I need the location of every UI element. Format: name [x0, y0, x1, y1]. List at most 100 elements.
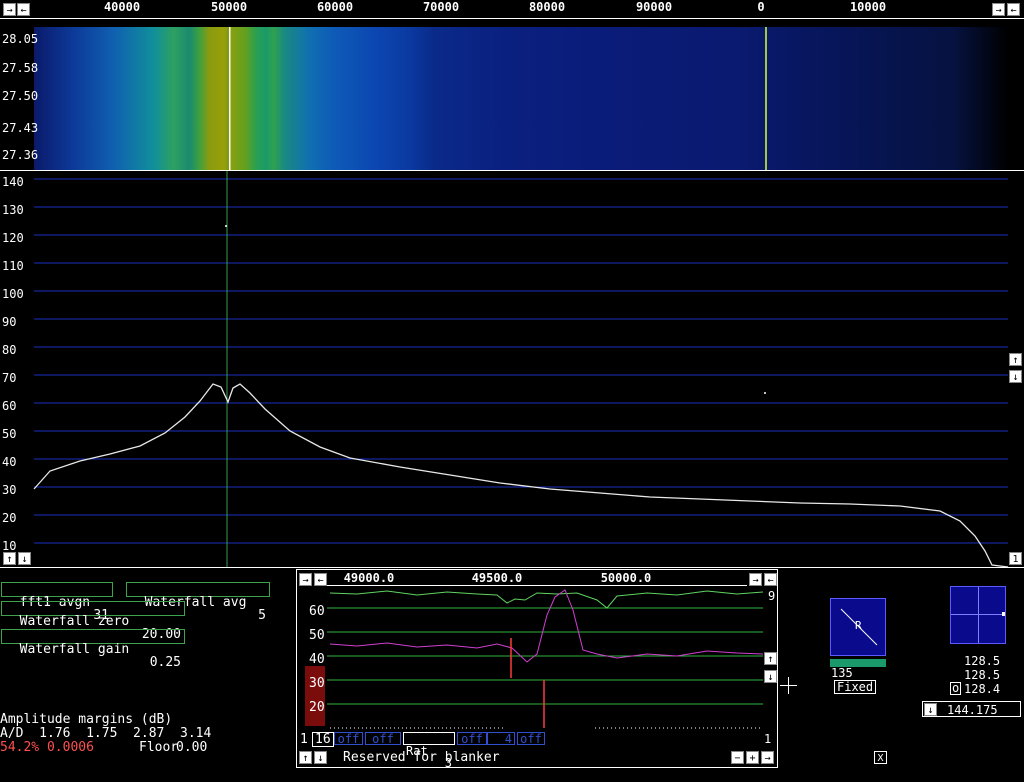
- afc-o-button[interactable]: o: [950, 682, 962, 695]
- spectrum-gridlines: [34, 178, 1008, 544]
- arrow-down-icon[interactable]: ↓: [314, 751, 327, 764]
- baseband-right-number: 9: [768, 589, 776, 603]
- baseband-tab-off-2[interactable]: off: [365, 732, 401, 746]
- baseband-tab-off-1[interactable]: off: [334, 732, 363, 746]
- waterfall[interactable]: [34, 27, 1008, 170]
- arrow-down-icon[interactable]: ↓: [924, 703, 937, 716]
- s-meter-r-label: R: [855, 619, 862, 632]
- waterfall-time-labels: 28.05 27.58 27.50 27.43 27.36: [0, 27, 40, 170]
- waterfall-time-label: 28.05: [2, 32, 39, 46]
- baseband-tab-4[interactable]: 4: [487, 732, 515, 746]
- afc-dot: [1002, 612, 1005, 616]
- spectrum-y-label: 110: [2, 259, 24, 273]
- baseband-tab-off-4[interactable]: off: [517, 732, 545, 746]
- minus-icon[interactable]: −: [731, 751, 744, 764]
- spur-dot: [764, 392, 766, 394]
- baseband-num-right: 1: [764, 732, 772, 746]
- waterfall-time-label: 27.43: [2, 121, 39, 135]
- waterfall-time-label: 27.58: [2, 61, 39, 75]
- arrow-left-icon[interactable]: ←: [1007, 3, 1020, 16]
- baseband-y-label: 30: [309, 676, 325, 691]
- arrow-left-icon[interactable]: ←: [17, 3, 30, 16]
- floor-value: 0.00: [176, 740, 208, 755]
- s-meter-value: 135: [831, 666, 853, 680]
- plus-icon[interactable]: +: [746, 751, 759, 764]
- baseband-window[interactable]: → ← 49000.0 49500.0 50000.0 → ← 60 50 40…: [296, 569, 779, 769]
- freq-tick: 40000: [103, 0, 141, 14]
- arrow-down-icon[interactable]: ↓: [1009, 370, 1022, 383]
- cpu-load: 54.2% 0.0006: [0, 740, 94, 755]
- floor-label: Floor: [139, 740, 179, 755]
- spectrum-y-label: 130: [2, 203, 24, 217]
- freq-tick: 0: [757, 0, 765, 14]
- frequency-readout-box[interactable]: ↓ 144.175: [922, 701, 1021, 717]
- waterfall-time-label: 27.50: [2, 89, 39, 103]
- afc-value-3: 128.4: [964, 682, 1001, 696]
- spectrum-y-label: 40: [2, 455, 17, 469]
- spectrum-graph[interactable]: 140 130 120 110 100 90 80 70 60 50 40 30…: [0, 171, 1024, 568]
- spectrum-y-label: 30: [2, 483, 17, 497]
- arrow-right-icon[interactable]: →: [761, 751, 774, 764]
- baseband-y-label: 50: [309, 628, 325, 643]
- arrow-up-icon[interactable]: ↑: [299, 751, 312, 764]
- close-icon[interactable]: X: [874, 751, 887, 764]
- frequency-readout: 144.175: [947, 703, 998, 717]
- waterfall-avg-box[interactable]: Waterfall avg 5: [126, 582, 270, 622]
- baseband-y-label: 40: [309, 652, 325, 667]
- baseband-y-label: 20: [309, 700, 325, 715]
- freq-tick: 10000: [849, 0, 887, 14]
- spectrum-y-label: 100: [2, 287, 24, 301]
- spectrum-y-label: 60: [2, 399, 17, 413]
- spectrum-scale-button[interactable]: 1: [1009, 552, 1022, 565]
- freq-axis-bar: → ← 40000 50000 60000 70000 80000 90000 …: [0, 0, 1024, 18]
- waterfall-gain-label: Waterfall gain: [19, 642, 130, 657]
- spectrum-y-label: 70: [2, 371, 17, 385]
- ad-margins-line: A/D 1.76 1.75 2.87 3.14: [0, 726, 212, 741]
- arrow-down-icon[interactable]: ↓: [18, 552, 31, 565]
- freq-tick: 90000: [635, 0, 673, 14]
- arrow-up-icon[interactable]: ↑: [764, 652, 777, 665]
- freq-tick: 70000: [422, 0, 460, 14]
- baseband-rat-box[interactable]: Rat 3: [403, 732, 455, 769]
- baseband-control-row: 1 16 off off Rat 3 off 4 off 1: [297, 732, 779, 769]
- freq-tick: 50000: [210, 0, 248, 14]
- fft1-avgn-box[interactable]: fft1 avgn 31: [1, 582, 113, 622]
- waterfall-gain-box[interactable]: Waterfall gain 0.25: [1, 629, 185, 669]
- baseband-y-label: 60: [309, 604, 325, 619]
- baseband-magenta-trace: [329, 589, 764, 663]
- spectrum-y-label: 140: [2, 175, 24, 189]
- arrow-right-icon[interactable]: →: [3, 3, 16, 16]
- waterfall-zero-box[interactable]: Waterfall zero 20.00: [1, 601, 185, 641]
- baseband-tab-off-3[interactable]: off: [457, 732, 487, 746]
- arrow-down-icon[interactable]: ↓: [764, 670, 777, 683]
- spectrum-y-label: 20: [2, 511, 17, 525]
- spectrum-y-label: 80: [2, 343, 17, 357]
- crosshair-cursor-icon: [788, 677, 789, 694]
- spur-dot: [225, 225, 227, 227]
- waterfall-gain-value: 0.25: [149, 655, 181, 670]
- s-meter[interactable]: R 135 Fixed: [830, 598, 886, 696]
- waterfall-avg-value: 5: [258, 608, 266, 623]
- arrow-right-icon[interactable]: →: [992, 3, 1005, 16]
- baseband-green-trace: [329, 590, 764, 609]
- spectrum-y-label: 90: [2, 315, 17, 329]
- s-meter-fixed-button[interactable]: Fixed: [834, 680, 877, 694]
- afc-scope: [950, 586, 1006, 644]
- baseband-status-text: Reserved for blanker: [343, 750, 500, 765]
- spectrum-divider: [0, 567, 1024, 568]
- afc-crosshair-v: [978, 587, 979, 643]
- spectrum-y-label: 10: [2, 539, 17, 553]
- waterfall-zero-label: Waterfall zero: [19, 614, 130, 629]
- spectrum-y-label: 120: [2, 231, 24, 245]
- amplitude-margins-title: Amplitude margins (dB): [0, 712, 173, 727]
- arrow-up-icon[interactable]: ↑: [1009, 353, 1022, 366]
- afc-value-2: 128.5: [964, 668, 1001, 682]
- baseband-fft-size[interactable]: 16: [312, 732, 334, 747]
- afc-panel[interactable]: 128.5 128.5 o 128.4: [949, 586, 1007, 696]
- arrow-up-icon[interactable]: ↑: [3, 552, 16, 565]
- freq-axis-ticks: 40000 50000 60000 70000 80000 90000 0 10…: [33, 0, 993, 18]
- baseband-num-left[interactable]: 1: [300, 732, 308, 747]
- spectrum-y-label: 50: [2, 427, 17, 441]
- s-meter-dial: R: [830, 598, 886, 656]
- waterfall-time-label: 27.36: [2, 148, 39, 162]
